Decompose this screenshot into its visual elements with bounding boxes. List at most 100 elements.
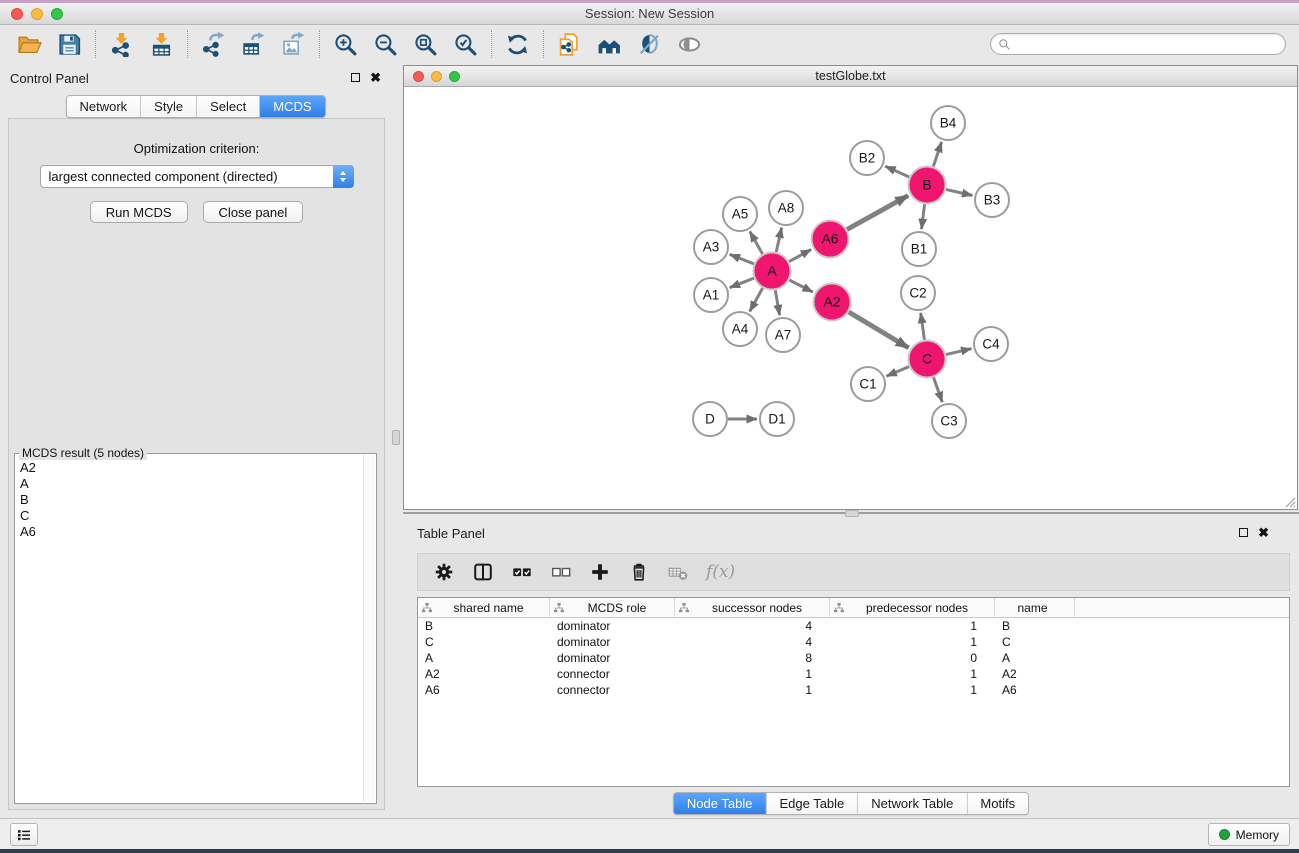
close-panel-button[interactable]: Close panel xyxy=(203,201,304,223)
run-mcds-button[interactable]: Run MCDS xyxy=(90,201,188,223)
table-cell: 1 xyxy=(675,666,830,682)
zoom-network-window-button[interactable] xyxy=(449,71,460,82)
vertical-splitter-handle[interactable] xyxy=(392,430,400,445)
memory-button[interactable]: Memory xyxy=(1208,823,1290,846)
edge-A6-B[interactable] xyxy=(847,196,908,230)
export-network-button[interactable] xyxy=(199,30,228,59)
first-neighbors-button[interactable] xyxy=(595,30,624,59)
tab-node-table[interactable]: Node Table xyxy=(674,793,766,814)
main-titlebar[interactable]: Session: New Session xyxy=(0,3,1299,25)
settings-gear-button[interactable] xyxy=(431,559,457,585)
new-network-from-selection-button[interactable] xyxy=(555,30,584,59)
horizontal-splitter-handle[interactable] xyxy=(845,510,859,517)
zoom-selected-button[interactable] xyxy=(451,30,480,59)
edge-B-B3[interactable] xyxy=(946,189,973,195)
float-panel-icon[interactable] xyxy=(1239,528,1248,537)
close-network-window-button[interactable] xyxy=(413,71,424,82)
task-history-button[interactable] xyxy=(10,823,38,846)
tab-network[interactable]: Network xyxy=(66,96,140,117)
edge-A-A4[interactable] xyxy=(750,288,763,311)
edge-C-C1[interactable] xyxy=(886,367,909,377)
tab-mcds[interactable]: MCDS xyxy=(259,96,324,117)
mcds-result-item[interactable]: A2 xyxy=(16,460,362,476)
network-canvas[interactable]: B4B2BB3A5A8A6A3B1AA1C2A2A4A7C4CC1C3DD1 xyxy=(404,88,1297,509)
edge-B-B1[interactable] xyxy=(922,204,925,229)
deselect-all-button[interactable] xyxy=(548,559,574,585)
resize-grip-icon[interactable] xyxy=(1283,495,1296,508)
zoom-out-button[interactable] xyxy=(371,30,400,59)
delete-column-button[interactable] xyxy=(626,559,652,585)
export-image-button[interactable] xyxy=(279,30,308,59)
table-header-row: shared nameMCDS rolesuccessor nodesprede… xyxy=(418,598,1289,618)
export-table-button[interactable] xyxy=(239,30,268,59)
import-network-button[interactable] xyxy=(107,30,136,59)
open-folder-button[interactable] xyxy=(15,30,44,59)
tab-edge-table[interactable]: Edge Table xyxy=(765,793,857,814)
refresh-button[interactable] xyxy=(503,30,532,59)
edge-A2-C[interactable] xyxy=(849,312,909,348)
network-window-titlebar[interactable]: testGlobe.txt xyxy=(404,66,1297,87)
table-row[interactable]: A6connector11A6 xyxy=(418,682,1289,698)
tab-network-table[interactable]: Network Table xyxy=(857,793,966,814)
search-input[interactable] xyxy=(1011,37,1278,51)
table-cell: connector xyxy=(550,682,675,698)
toolbar-separator xyxy=(491,30,492,58)
show-eye-button[interactable] xyxy=(675,30,704,59)
edge-C-C4[interactable] xyxy=(946,349,972,355)
mcds-result-item[interactable]: A xyxy=(16,476,362,492)
graphics-details-button[interactable] xyxy=(635,30,664,59)
zoom-in-button[interactable] xyxy=(331,30,360,59)
edge-A-A8[interactable] xyxy=(776,228,782,253)
export-network-icon xyxy=(201,32,226,57)
close-panel-icon[interactable]: ✖ xyxy=(1258,527,1269,538)
add-column-button[interactable] xyxy=(587,559,613,585)
column-header-successor-nodes[interactable]: successor nodes xyxy=(675,598,830,617)
mcds-result-list[interactable]: A2ABCA6 xyxy=(16,460,362,802)
edge-A-A1[interactable] xyxy=(730,278,754,288)
edge-B-B2[interactable] xyxy=(885,166,909,177)
save-button[interactable] xyxy=(55,30,84,59)
edge-A-A5[interactable] xyxy=(750,231,763,254)
search-box[interactable] xyxy=(990,33,1286,55)
import-table-button[interactable] xyxy=(147,30,176,59)
function-builder-button[interactable]: f(x) xyxy=(704,562,735,582)
graph-node-label-D1: D1 xyxy=(768,412,785,427)
table-cell: 1 xyxy=(830,666,995,682)
table-row[interactable]: Bdominator41B xyxy=(418,618,1289,634)
close-panel-icon[interactable]: ✖ xyxy=(370,72,381,83)
float-panel-icon[interactable] xyxy=(351,73,360,82)
zoom-fit-button[interactable] xyxy=(411,30,440,59)
edge-A-A6[interactable] xyxy=(789,249,811,261)
table-row[interactable]: Adominator80A xyxy=(418,650,1289,666)
column-header-MCDS-role[interactable]: MCDS role xyxy=(550,598,675,617)
column-header-shared-name[interactable]: shared name xyxy=(418,598,550,617)
graph-node-label-C3: C3 xyxy=(940,414,957,429)
minimize-network-window-button[interactable] xyxy=(431,71,442,82)
result-list-scrollbar[interactable] xyxy=(363,455,375,802)
edge-C-C3[interactable] xyxy=(934,377,943,402)
graph-node-label-A1: A1 xyxy=(703,288,720,303)
edge-C-C2[interactable] xyxy=(921,313,925,340)
edge-A-A7[interactable] xyxy=(775,290,779,315)
mcds-result-item[interactable]: B xyxy=(16,492,362,508)
tab-style[interactable]: Style xyxy=(140,96,196,117)
table-row[interactable]: A2connector11A2 xyxy=(418,666,1289,682)
column-header-predecessor-nodes[interactable]: predecessor nodes xyxy=(830,598,995,617)
close-window-button[interactable] xyxy=(11,8,23,20)
split-panel-button[interactable] xyxy=(470,559,496,585)
table-row[interactable]: Cdominator41C xyxy=(418,634,1289,650)
delete-table-button[interactable] xyxy=(665,559,691,585)
edge-B-B4[interactable] xyxy=(933,142,941,167)
edge-A-A2[interactable] xyxy=(789,280,813,292)
select-all-button[interactable] xyxy=(509,559,535,585)
tab-select[interactable]: Select xyxy=(196,96,259,117)
mcds-result-item[interactable]: A6 xyxy=(16,524,362,540)
edge-A-A3[interactable] xyxy=(730,254,754,264)
column-type-icon xyxy=(834,603,844,613)
optimization-criterion-select[interactable]: largest connected component (directed) xyxy=(40,165,354,188)
zoom-window-button[interactable] xyxy=(51,8,63,20)
tab-motifs[interactable]: Motifs xyxy=(966,793,1028,814)
mcds-result-item[interactable]: C xyxy=(16,508,362,524)
column-header-name[interactable]: name xyxy=(995,598,1075,617)
minimize-window-button[interactable] xyxy=(31,8,43,20)
